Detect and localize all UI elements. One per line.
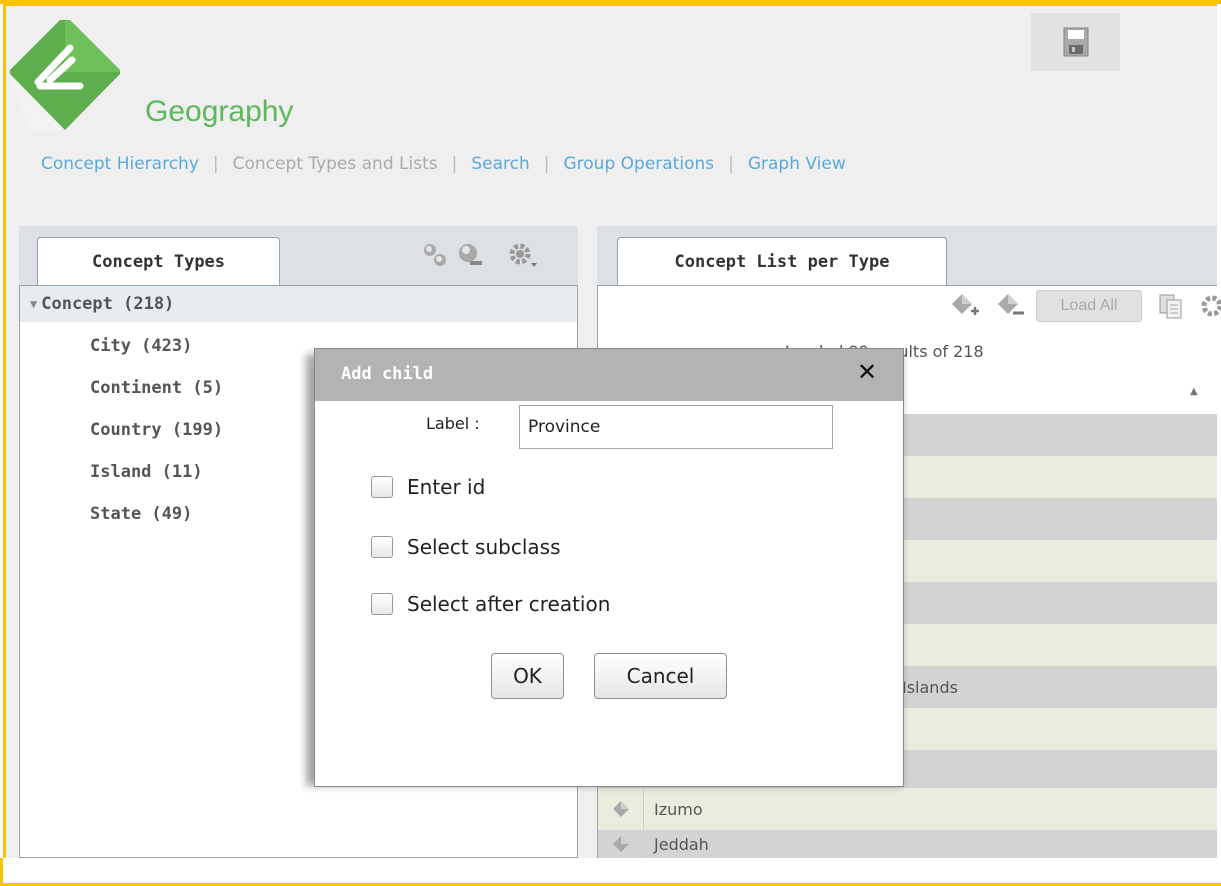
nav-concept-types-and-lists[interactable]: Concept Types and Lists — [233, 154, 438, 174]
select-after-creation-checkbox[interactable] — [371, 593, 393, 615]
add-child-dialog: Add child ✕ Label : Enter id Select subc… — [314, 348, 904, 787]
label-input[interactable] — [519, 405, 833, 449]
link-nodes-icon[interactable] — [420, 240, 450, 270]
list-item-izumo[interactable]: Izumo — [598, 788, 1217, 830]
nav-concept-hierarchy[interactable]: Concept Hierarchy — [41, 154, 199, 174]
expand-triangle-icon[interactable]: ▼ — [30, 297, 37, 311]
cancel-button[interactable]: Cancel — [594, 653, 727, 699]
save-button[interactable] — [1031, 13, 1120, 71]
list-settings-gear-icon[interactable] — [1196, 291, 1221, 321]
select-after-creation-checkbox-row[interactable]: Select after creation — [371, 592, 610, 616]
select-subclass-checkbox-row[interactable]: Select subclass — [371, 535, 561, 559]
remove-concept-icon[interactable] — [996, 291, 1026, 321]
tab-concept-types[interactable]: Concept Types — [37, 237, 280, 285]
concept-diamond-icon — [612, 801, 629, 817]
concept-diamond-icon — [612, 836, 629, 852]
list-item-jeddah[interactable]: Jeddah — [598, 830, 1217, 858]
sort-ascending-icon[interactable]: ▲ — [1190, 386, 1198, 397]
tree-root-concept[interactable]: ▼ Concept (218) — [20, 286, 577, 322]
dialog-title: Add child — [341, 364, 434, 384]
app-title: Geography — [145, 95, 294, 128]
nav-graph-view[interactable]: Graph View — [748, 154, 846, 174]
geography-logo — [10, 20, 120, 130]
copy-icon[interactable] — [1156, 291, 1186, 321]
add-concept-icon[interactable] — [950, 291, 980, 321]
floppy-disk-icon — [1063, 27, 1088, 57]
enter-id-checkbox-row[interactable]: Enter id — [371, 475, 485, 499]
label-field-label: Label : — [426, 414, 480, 433]
enter-id-checkbox[interactable] — [371, 476, 393, 498]
tab-concept-list-per-type[interactable]: Concept List per Type — [617, 237, 947, 285]
dialog-title-bar[interactable]: Add child ✕ — [315, 349, 903, 401]
nav-group-operations[interactable]: Group Operations — [563, 154, 714, 174]
settings-gear-icon[interactable] — [507, 240, 537, 270]
ok-button[interactable]: OK — [491, 653, 564, 699]
load-all-button[interactable]: Load All — [1036, 290, 1142, 322]
remove-node-icon[interactable] — [455, 240, 485, 270]
select-subclass-checkbox[interactable] — [371, 536, 393, 558]
nav-search[interactable]: Search — [471, 154, 529, 174]
main-nav: Concept Hierarchy | Concept Types and Li… — [41, 154, 846, 174]
close-icon[interactable]: ✕ — [857, 358, 877, 386]
